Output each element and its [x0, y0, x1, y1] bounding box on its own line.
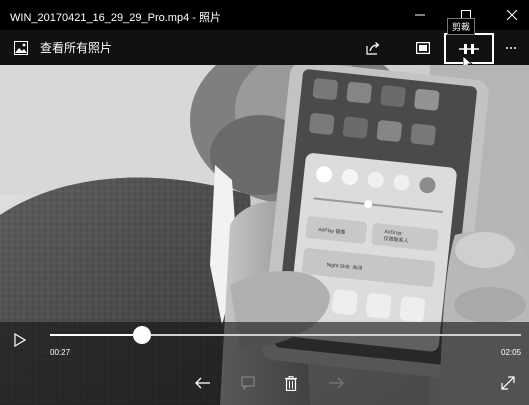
delete-icon: [285, 375, 297, 391]
share-button[interactable]: [348, 30, 398, 65]
close-icon: [507, 10, 517, 20]
minimize-icon: [415, 14, 425, 16]
window-title: WIN_20170421_16_29_29_Pro.mp4 - 照片: [10, 12, 221, 24]
seek-bar[interactable]: [50, 326, 521, 344]
trim-tooltip: 剪裁: [447, 18, 476, 35]
photos-icon: [14, 40, 28, 55]
slideshow-icon: [416, 41, 430, 54]
play-button[interactable]: [14, 333, 26, 347]
fullscreen-icon: [501, 376, 515, 390]
delete-button[interactable]: [280, 372, 302, 394]
view-all-photos-label: 查看所有照片: [40, 41, 113, 55]
total-time: 02:05: [501, 348, 522, 357]
arrow-right-icon: [329, 377, 344, 389]
close-button[interactable]: [489, 0, 529, 30]
more-options-button[interactable]: [492, 30, 529, 65]
more-icon: [505, 46, 516, 49]
slideshow-button[interactable]: [398, 30, 448, 65]
minimize-button[interactable]: [397, 0, 443, 30]
fullscreen-button[interactable]: [497, 372, 519, 394]
trim-icon: [459, 43, 479, 54]
previous-button[interactable]: [192, 372, 214, 394]
annotate-icon: [241, 376, 255, 390]
app-toolbar: 查看所有照片: [0, 30, 529, 65]
annotate-button[interactable]: [237, 372, 259, 394]
current-time: 00:27: [50, 348, 71, 357]
seek-progress-fill: [50, 334, 143, 336]
view-all-photos-button[interactable]: 查看所有照片: [14, 39, 112, 56]
next-button[interactable]: [325, 372, 347, 394]
photos-app-window: WIN_20170421_16_29_29_Pro.mp4 - 照片 查看所有照…: [0, 0, 529, 405]
share-icon: [366, 41, 380, 55]
arrow-left-icon: [195, 377, 210, 389]
